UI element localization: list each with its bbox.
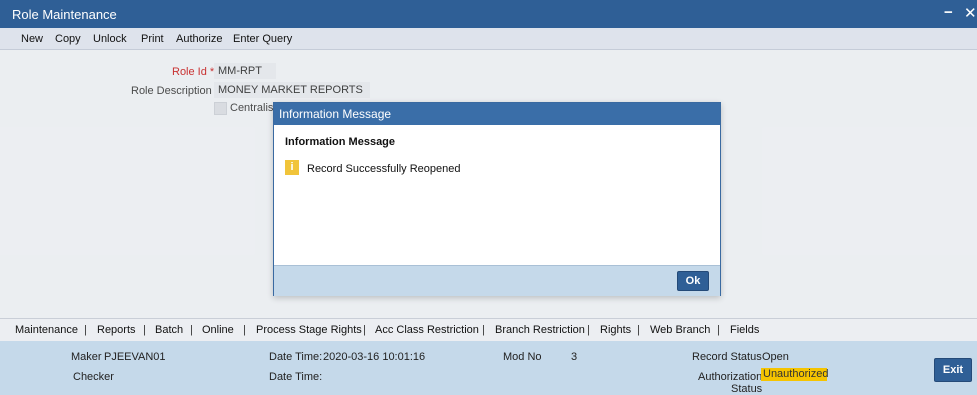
authorization-status-label: Authorization — [698, 371, 763, 383]
record-status-label: Record Status — [692, 351, 762, 363]
maker-value: PJEEVAN01 — [104, 351, 166, 363]
tab-separator: | — [717, 324, 720, 336]
maker-datetime-value: 2020-03-16 10:01:16 — [323, 351, 426, 363]
tab-acc-class-restriction[interactable]: Acc Class Restriction — [375, 324, 479, 336]
checker-datetime-label: Date Time: — [269, 371, 323, 383]
maker-datetime-label: Date Time: — [269, 351, 323, 363]
tab-batch[interactable]: Batch — [155, 324, 183, 336]
menu-enter-query[interactable]: Enter Query — [233, 33, 292, 45]
dialog-heading: Information Message — [285, 136, 396, 148]
authorization-status-badge: Unauthorized — [761, 368, 829, 381]
menubar: New Copy Unlock Print Authorize Enter Qu… — [0, 28, 977, 50]
menu-unlock[interactable]: Unlock — [93, 33, 127, 45]
maker-label: Maker — [71, 351, 102, 363]
window-titlebar: Role Maintenance − ✕ — [0, 0, 977, 28]
tab-separator: | — [84, 324, 87, 336]
mod-no-value: 3 — [571, 351, 578, 363]
tab-web-branch[interactable]: Web Branch — [650, 324, 710, 336]
tab-separator: | — [243, 324, 246, 336]
mod-no-label: Mod No — [503, 351, 542, 363]
tab-separator: | — [363, 324, 366, 336]
tab-separator: | — [190, 324, 193, 336]
tab-separator: | — [143, 324, 146, 336]
audit-statusbar: Maker PJEEVAN01 Checker Date Time: 2020-… — [0, 341, 977, 395]
close-icon[interactable]: ✕ — [964, 4, 977, 22]
exit-button[interactable]: Exit — [934, 358, 972, 382]
info-icon: i — [285, 160, 299, 175]
tab-reports[interactable]: Reports — [97, 324, 136, 336]
tab-rights[interactable]: Rights — [600, 324, 631, 336]
checker-label: Checker — [73, 371, 114, 383]
subsystem-tabbar: Maintenance | Reports | Batch | Online |… — [0, 318, 977, 341]
window-title: Role Maintenance — [12, 7, 117, 22]
menu-authorize[interactable]: Authorize — [176, 33, 222, 45]
information-dialog: Information Message Information Message … — [273, 102, 721, 296]
ok-button[interactable]: Ok — [677, 271, 709, 291]
record-status-value: Open — [762, 351, 789, 363]
menu-print[interactable]: Print — [141, 33, 164, 45]
menu-copy[interactable]: Copy — [55, 33, 81, 45]
tab-separator: | — [587, 324, 590, 336]
tab-separator: | — [637, 324, 640, 336]
tab-process-stage-rights[interactable]: Process Stage Rights — [256, 324, 362, 336]
minimize-icon[interactable]: − — [944, 4, 953, 21]
tab-fields[interactable]: Fields — [730, 324, 759, 336]
tab-online[interactable]: Online — [202, 324, 234, 336]
tab-separator: | — [482, 324, 485, 336]
dialog-footer: Ok — [274, 265, 720, 296]
dialog-title: Information Message — [279, 107, 392, 121]
tab-branch-restriction[interactable]: Branch Restriction — [495, 324, 585, 336]
dialog-message: Record Successfully Reopened — [307, 163, 461, 175]
authorization-status-label-line2: Status — [731, 383, 763, 395]
dialog-titlebar: Information Message — [274, 103, 720, 125]
menu-new[interactable]: New — [21, 33, 43, 45]
tab-maintenance[interactable]: Maintenance — [15, 324, 78, 336]
